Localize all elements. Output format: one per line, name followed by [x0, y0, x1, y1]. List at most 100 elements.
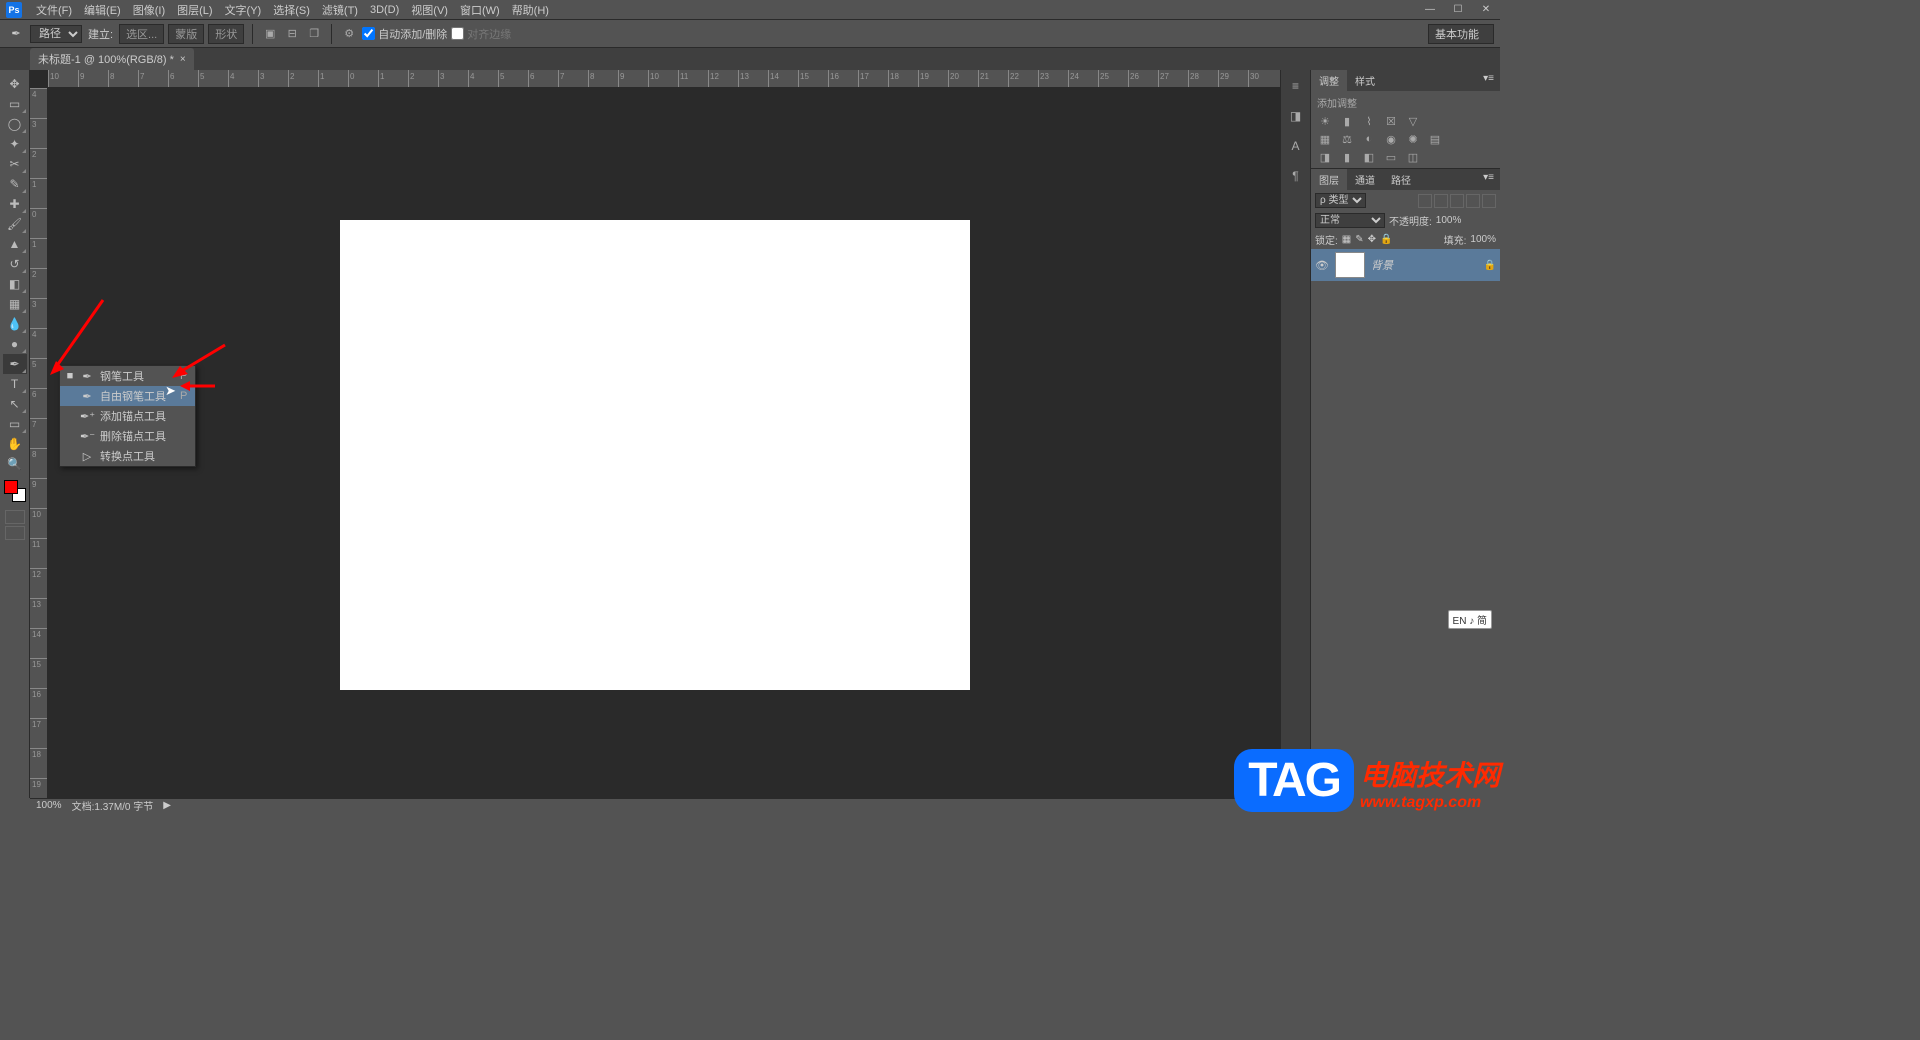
menu-view[interactable]: 视图(V): [405, 0, 454, 20]
lasso-tool[interactable]: ◯: [3, 114, 27, 134]
shape-tool[interactable]: ▭: [3, 414, 27, 434]
foreground-color-swatch[interactable]: [4, 480, 18, 494]
history-brush-tool[interactable]: ↺: [3, 254, 27, 274]
document-tab[interactable]: 未标题-1 @ 100%(RGB/8) * ×: [30, 48, 194, 70]
menu-window[interactable]: 窗口(W): [454, 0, 506, 20]
lock-paint-icon[interactable]: ✎: [1355, 234, 1363, 245]
gear-icon[interactable]: ⚙: [340, 25, 358, 43]
make-shape-button[interactable]: 形状: [208, 24, 244, 44]
character-icon[interactable]: A: [1286, 136, 1306, 156]
make-selection-button[interactable]: 选区...: [119, 24, 164, 44]
make-mask-button[interactable]: 蒙版: [168, 24, 204, 44]
invert-icon[interactable]: ◨: [1317, 150, 1333, 164]
color-balance-icon[interactable]: ⚖: [1339, 132, 1355, 146]
tab-styles[interactable]: 样式: [1347, 70, 1383, 91]
crop-tool[interactable]: ✂: [3, 154, 27, 174]
visibility-icon[interactable]: 👁: [1315, 259, 1329, 272]
gradient-map-icon[interactable]: ▭: [1383, 150, 1399, 164]
menu-3d[interactable]: 3D(D): [364, 2, 405, 18]
screenmode-button[interactable]: [5, 526, 25, 540]
status-arrow-icon[interactable]: ▶: [163, 800, 171, 811]
healing-brush-tool[interactable]: ✚: [3, 194, 27, 214]
magic-wand-tool[interactable]: ✦: [3, 134, 27, 154]
threshold-icon[interactable]: ◧: [1361, 150, 1377, 164]
lock-all-icon[interactable]: 🔒: [1380, 234, 1392, 245]
brush-tool[interactable]: 🖌: [3, 214, 27, 234]
channel-mixer-icon[interactable]: ✺: [1405, 132, 1421, 146]
fill-value[interactable]: 100%: [1470, 234, 1496, 245]
photo-filter-icon[interactable]: ◉: [1383, 132, 1399, 146]
minimize-button[interactable]: —: [1416, 1, 1444, 19]
hand-tool[interactable]: ✋: [3, 434, 27, 454]
maximize-button[interactable]: ☐: [1444, 1, 1472, 19]
zoom-tool[interactable]: 🔍: [3, 454, 27, 474]
layer-thumbnail[interactable]: [1335, 252, 1365, 278]
layer-item-background[interactable]: 👁 背景 🔒: [1311, 249, 1500, 281]
menu-image[interactable]: 图像(I): [127, 0, 171, 20]
histogram-icon[interactable]: ≡: [1286, 76, 1306, 96]
path-arrange-icon[interactable]: ❐: [305, 25, 323, 43]
path-combine-icon[interactable]: ▣: [261, 25, 279, 43]
pen-tool[interactable]: ✒: [3, 354, 27, 374]
menu-type[interactable]: 文字(Y): [219, 0, 268, 20]
type-tool[interactable]: T: [3, 374, 27, 394]
menu-select[interactable]: 选择(S): [267, 0, 316, 20]
filter-shape-icon[interactable]: [1466, 194, 1480, 208]
opacity-value[interactable]: 100%: [1436, 215, 1462, 226]
filter-adjust-icon[interactable]: [1434, 194, 1448, 208]
menu-help[interactable]: 帮助(H): [506, 0, 555, 20]
align-edges-input[interactable]: [451, 27, 464, 40]
layer-filter-select[interactable]: ρ 类型: [1315, 193, 1366, 208]
tab-layers[interactable]: 图层: [1311, 169, 1347, 190]
paragraph-icon[interactable]: ¶: [1286, 166, 1306, 186]
panel-menu-icon[interactable]: ▾≡: [1477, 169, 1500, 190]
quickmask-button[interactable]: [5, 510, 25, 524]
lookup-icon[interactable]: ▤: [1427, 132, 1443, 146]
bw-icon[interactable]: ◐: [1361, 132, 1377, 146]
flyout-convert-point-tool[interactable]: ▷ 转换点工具: [60, 446, 195, 466]
filter-smart-icon[interactable]: [1482, 194, 1496, 208]
marquee-tool[interactable]: ▭: [3, 94, 27, 114]
blur-tool[interactable]: 💧: [3, 314, 27, 334]
move-tool[interactable]: ✥: [3, 74, 27, 94]
pen-mode-select[interactable]: 路径: [30, 25, 82, 43]
flyout-add-anchor-tool[interactable]: ✒⁺ 添加锚点工具: [60, 406, 195, 426]
zoom-level[interactable]: 100%: [36, 800, 62, 811]
dodge-tool[interactable]: ●: [3, 334, 27, 354]
color-icon[interactable]: ◨: [1286, 106, 1306, 126]
selective-color-icon[interactable]: ◫: [1405, 150, 1421, 164]
hue-icon[interactable]: ▦: [1317, 132, 1333, 146]
menu-file[interactable]: 文件(F): [30, 0, 78, 20]
path-align-icon[interactable]: ⊟: [283, 25, 301, 43]
layer-name-label[interactable]: 背景: [1371, 257, 1393, 273]
panel-menu-icon[interactable]: ▾≡: [1477, 70, 1500, 91]
ime-indicator[interactable]: EN ♪ 简: [1448, 610, 1492, 629]
stamp-tool[interactable]: ▲: [3, 234, 27, 254]
menu-layer[interactable]: 图层(L): [171, 0, 218, 20]
menu-filter[interactable]: 滤镜(T): [316, 0, 364, 20]
close-tab-icon[interactable]: ×: [180, 54, 186, 65]
filter-pixel-icon[interactable]: [1418, 194, 1432, 208]
brightness-icon[interactable]: ☀: [1317, 114, 1333, 128]
canvas[interactable]: [340, 220, 970, 690]
tab-channels[interactable]: 通道: [1347, 169, 1383, 190]
close-button[interactable]: ✕: [1472, 1, 1500, 19]
levels-icon[interactable]: ▮: [1339, 114, 1355, 128]
auto-add-check-input[interactable]: [362, 27, 375, 40]
exposure-icon[interactable]: ☒: [1383, 114, 1399, 128]
vibrance-icon[interactable]: ▽: [1405, 114, 1421, 128]
blend-mode-select[interactable]: 正常: [1315, 213, 1385, 228]
lock-position-icon[interactable]: ✥: [1368, 234, 1376, 245]
align-edges-checkbox[interactable]: 对齐边缘: [451, 26, 511, 42]
flyout-delete-anchor-tool[interactable]: ✒⁻ 删除锚点工具: [60, 426, 195, 446]
menu-edit[interactable]: 编辑(E): [78, 0, 127, 20]
tab-paths[interactable]: 路径: [1383, 169, 1419, 190]
doc-info[interactable]: 文档:1.37M/0 字节: [72, 798, 154, 813]
filter-type-icon[interactable]: [1450, 194, 1464, 208]
curves-icon[interactable]: ⌇: [1361, 114, 1377, 128]
lock-transparency-icon[interactable]: ▦: [1342, 234, 1351, 245]
gradient-tool[interactable]: ▦: [3, 294, 27, 314]
tab-adjustments[interactable]: 调整: [1311, 70, 1347, 91]
path-selection-tool[interactable]: ↖: [3, 394, 27, 414]
auto-add-delete-checkbox[interactable]: 自动添加/删除: [362, 26, 447, 42]
